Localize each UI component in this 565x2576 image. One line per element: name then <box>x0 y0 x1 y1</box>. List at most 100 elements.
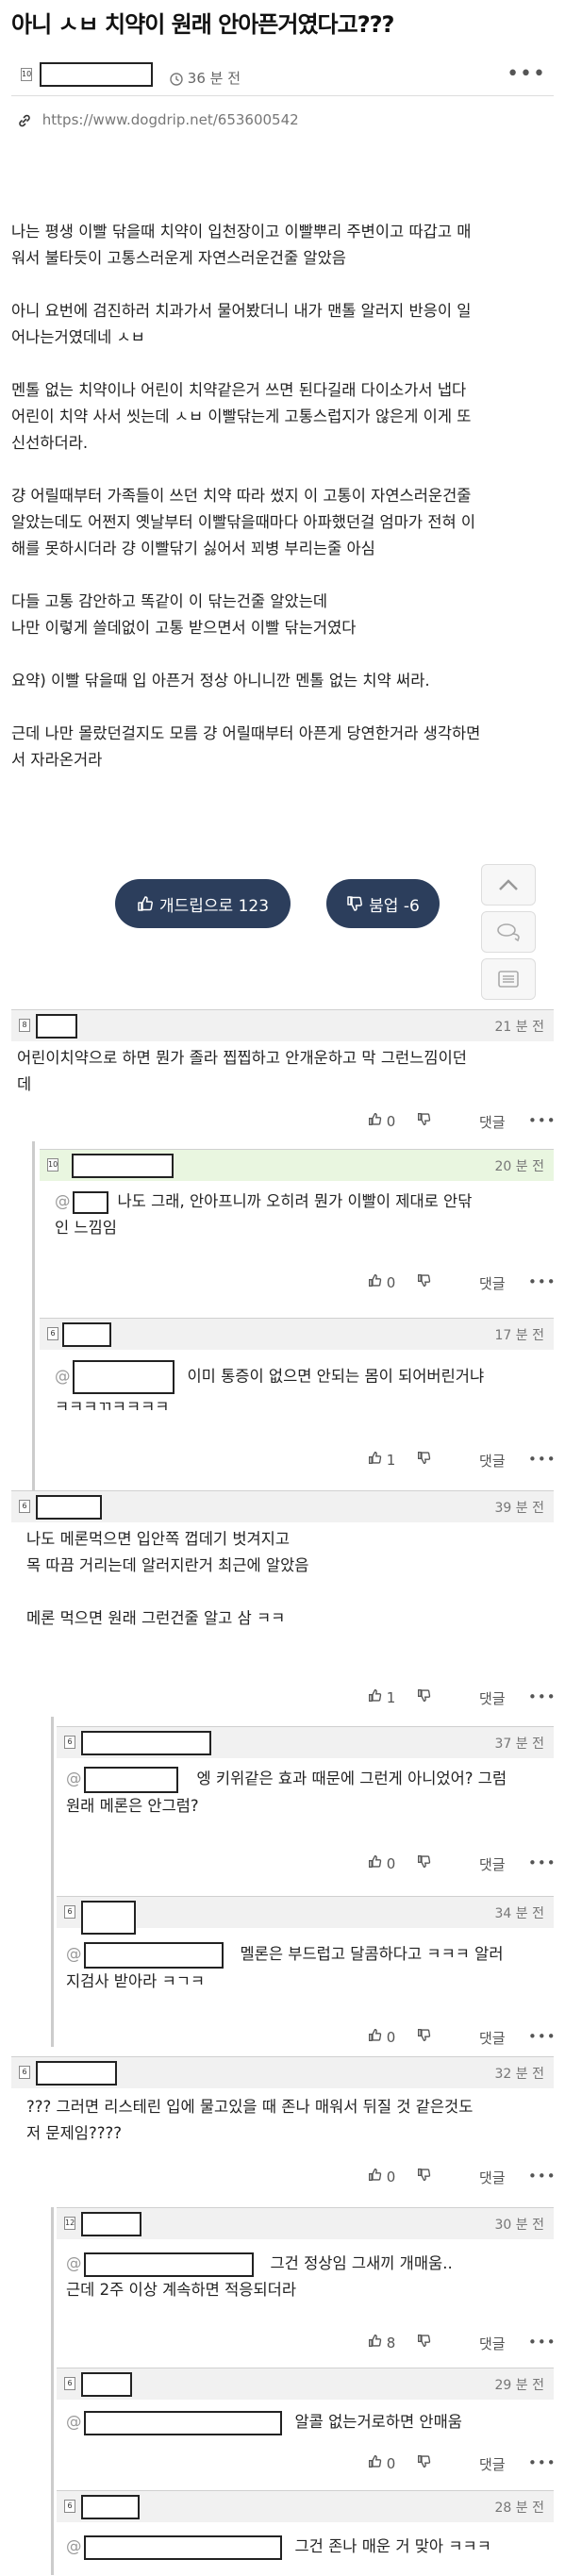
mention-redacted[interactable] <box>83 2410 282 2435</box>
like-button[interactable]: 0 <box>368 1112 395 1130</box>
like-button[interactable]: 1 <box>368 1688 395 1706</box>
mention-redacted[interactable] <box>83 2252 254 2277</box>
author-name-redacted[interactable] <box>40 62 153 87</box>
reply-button[interactable]: 댓글 <box>479 1688 506 1708</box>
like-count: 0 <box>386 1274 396 1291</box>
post-url[interactable]: https://www.dogdrip.net/653600542 <box>42 111 299 128</box>
comment-time: 34 분 전 <box>494 1906 544 1921</box>
more-icon[interactable]: ••• <box>507 62 546 86</box>
comment-author-redacted[interactable] <box>62 1322 111 1347</box>
reply-button[interactable]: 댓글 <box>479 2028 506 2048</box>
more-icon[interactable]: ••• <box>528 1112 557 1129</box>
post-time-text: 36 분 전 <box>187 70 241 87</box>
comment-author-redacted[interactable] <box>72 1154 174 1178</box>
comment-author-redacted[interactable] <box>81 1901 136 1935</box>
thumb-up-icon <box>369 1854 382 1868</box>
reply-indent-bar <box>32 1321 35 1504</box>
like-button[interactable]: 8 <box>368 2334 395 2352</box>
reply-button[interactable]: 댓글 <box>479 2454 506 2474</box>
comment-header: 6 34 분 전 <box>57 1896 554 1935</box>
mention-redacted[interactable] <box>83 1766 178 1793</box>
user-level-badge: 6 <box>64 2377 75 2390</box>
upvote-button[interactable]: 개드립으로 123 <box>115 879 291 928</box>
thumb-up-icon <box>369 2168 382 2181</box>
comments-jump-button[interactable] <box>481 911 536 953</box>
comment-author-redacted[interactable] <box>36 1014 77 1039</box>
dislike-button[interactable] <box>417 2028 431 2046</box>
thumb-down-icon <box>418 2335 431 2348</box>
user-level-badge: 6 <box>19 2066 30 2079</box>
user-level-badge: 12 <box>64 2217 75 2230</box>
dislike-button[interactable] <box>417 1451 431 1469</box>
comment-time: 17 분 전 <box>494 1328 544 1343</box>
like-button[interactable]: 0 <box>368 1854 395 1872</box>
comment-author-redacted[interactable] <box>36 2061 117 2086</box>
reply-button[interactable]: 댓글 <box>479 1273 506 1293</box>
user-level-badge: 10 <box>47 1158 58 1172</box>
post-paragraph: 멘톨 없는 치약이나 어린이 치약같은거 쓰면 된다길래 다이소가서 냅다 어린… <box>11 381 472 452</box>
like-button[interactable]: 0 <box>368 2028 395 2046</box>
more-icon[interactable]: ••• <box>528 1451 557 1468</box>
mention-redacted[interactable] <box>72 1360 174 1394</box>
more-icon[interactable]: ••• <box>528 2168 557 2185</box>
like-button[interactable]: 0 <box>368 1273 395 1291</box>
reply-button[interactable]: 댓글 <box>479 1112 506 1132</box>
post-paragraph: 나는 평생 이빨 닦을때 치약이 입천장이고 이빨뿌리 주변이고 따갑고 매 워… <box>11 223 472 267</box>
comment-author-redacted[interactable] <box>81 2495 140 2519</box>
reply-button[interactable]: 댓글 <box>479 1451 506 1471</box>
mention-at: @ <box>66 1770 82 1787</box>
reply-indent-bar <box>32 1141 35 1325</box>
thumb-down-icon <box>418 1113 431 1126</box>
comment-author-redacted[interactable] <box>81 1731 211 1755</box>
dislike-button[interactable] <box>417 1688 431 1706</box>
thumb-down-icon <box>418 2455 431 2468</box>
reply-button[interactable]: 댓글 <box>479 2334 506 2353</box>
dislike-button[interactable] <box>417 1854 431 1872</box>
comment-author-redacted[interactable] <box>81 2212 141 2236</box>
comment-time: 30 분 전 <box>494 2218 544 2233</box>
dislike-button[interactable] <box>417 2454 431 2472</box>
post-url-row[interactable]: https://www.dogdrip.net/653600542 <box>17 111 299 128</box>
reply-button[interactable]: 댓글 <box>479 2168 506 2187</box>
thumb-down-icon <box>418 2169 431 2182</box>
more-icon[interactable]: ••• <box>528 1688 557 1705</box>
post-paragraph: 걍 어릴때부터 가족들이 쓰던 치약 따라 썼지 이 고통이 자연스러운건줄 알… <box>11 487 476 557</box>
like-count: 1 <box>386 1452 396 1469</box>
like-button[interactable]: 1 <box>368 1451 395 1469</box>
mention-redacted[interactable] <box>83 1941 224 1969</box>
comment-text: @ 나도 그래, 안아프니까 오히려 뭔가 이빨이 제대로 안닦 인 느낌임 <box>55 1188 550 1241</box>
link-icon <box>19 114 30 126</box>
post-paragraph: 다들 고통 감안하고 똑같이 이 닦는건줄 알았는데 나만 이렇게 쓸데없이 고… <box>11 592 357 637</box>
comment-header: 6 28 분 전 <box>57 2490 554 2522</box>
downvote-button[interactable]: 붐업 -6 <box>326 879 440 928</box>
like-button[interactable]: 0 <box>368 2454 395 2472</box>
scroll-top-button[interactable] <box>481 864 536 906</box>
comment-header: 6 29 분 전 <box>57 2368 554 2400</box>
thumb-down-icon <box>418 1689 431 1703</box>
thumb-up-icon <box>369 2454 382 2468</box>
more-icon[interactable]: ••• <box>528 1854 557 1871</box>
reply-button[interactable]: 댓글 <box>479 1854 506 1874</box>
comment-time: 21 분 전 <box>494 1020 544 1035</box>
list-button[interactable] <box>481 958 536 1000</box>
like-button[interactable]: 0 <box>368 2168 395 2185</box>
comment-actions: 0 댓글 ••• <box>368 2028 557 2051</box>
mention-redacted[interactable] <box>72 1190 108 1214</box>
comment-actions: 1 댓글 ••• <box>368 1451 557 1473</box>
comment-header: 12 30 분 전 <box>57 2207 554 2239</box>
more-icon[interactable]: ••• <box>528 2454 557 2471</box>
comment-actions: 8 댓글 ••• <box>368 2334 557 2356</box>
more-icon[interactable]: ••• <box>528 2334 557 2351</box>
dislike-button[interactable] <box>417 1273 431 1291</box>
more-icon[interactable]: ••• <box>528 1273 557 1290</box>
dislike-button[interactable] <box>417 1112 431 1130</box>
dislike-button[interactable] <box>417 2334 431 2352</box>
more-icon[interactable]: ••• <box>528 2028 557 2045</box>
mention-redacted[interactable] <box>83 2534 282 2560</box>
thumb-down-icon <box>418 1274 431 1288</box>
comment-text: @ 멜론은 부드럽고 달콤하다고 ㅋㅋㅋ 알러 지검사 받아라 ㅋㄱㅋ <box>66 1941 552 1995</box>
comment-author-redacted[interactable] <box>36 1495 102 1520</box>
dislike-button[interactable] <box>417 2168 431 2185</box>
comment-time: 20 분 전 <box>494 1159 544 1174</box>
comment-author-redacted[interactable] <box>81 2372 132 2397</box>
